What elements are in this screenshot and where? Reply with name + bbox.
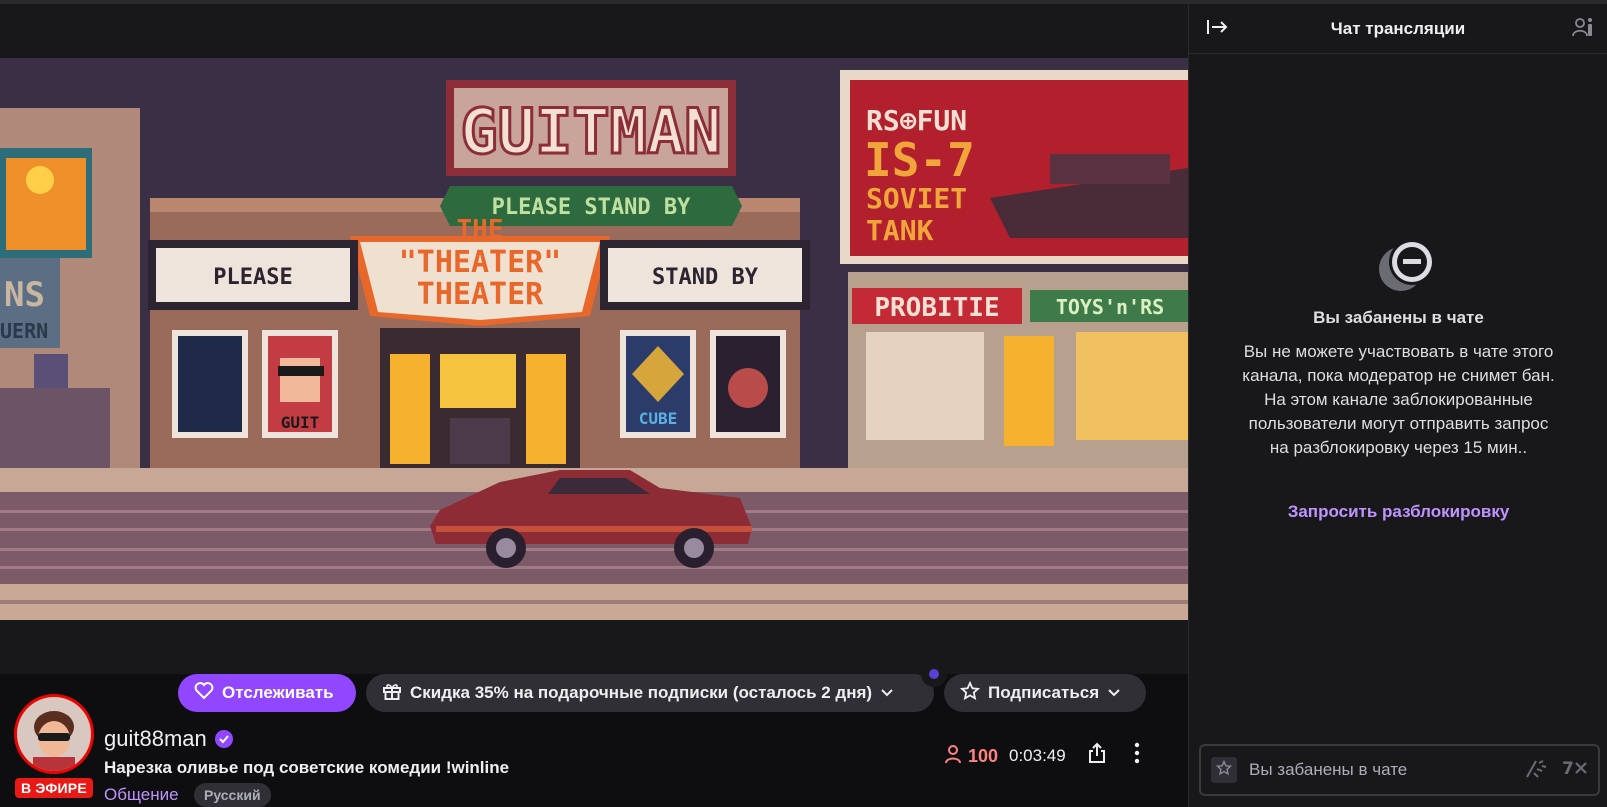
app-root: NS UERN GUITMAN PLEASE STAND BY THE "THE… xyxy=(0,0,1607,807)
chat-input-box[interactable]: 7 xyxy=(1199,744,1600,796)
ban-title: Вы забанены в чате xyxy=(1313,308,1484,327)
notification-dot xyxy=(921,661,947,687)
live-badge: В ЭФИРЕ xyxy=(15,778,93,798)
theater-top: THE xyxy=(457,215,504,245)
chevron-down-icon xyxy=(1107,683,1121,703)
request-unban-link[interactable]: Запросить разблокировку xyxy=(1189,502,1607,522)
sign-left: PLEASE xyxy=(213,265,292,290)
gift-icon xyxy=(382,681,402,706)
viewer-count: 100 xyxy=(944,744,998,769)
video-player[interactable]: NS UERN GUITMAN PLEASE STAND BY THE "THE… xyxy=(0,4,1188,674)
users-icon xyxy=(1572,16,1594,43)
heart-icon xyxy=(194,681,214,705)
poster-guit: GUIT xyxy=(281,413,320,432)
follow-label: Отслеживать xyxy=(222,683,334,702)
community-button[interactable] xyxy=(1569,16,1597,42)
sign-right: STAND BY xyxy=(652,265,759,290)
gift-subs-button[interactable]: Скидка 35% на подарочные подписки (остал… xyxy=(366,674,934,712)
collapse-chat-button[interactable] xyxy=(1203,16,1231,42)
shop-right: TOYS'n'RS xyxy=(1056,295,1164,319)
star-icon xyxy=(1215,759,1233,781)
svg-text:7: 7 xyxy=(1562,759,1574,779)
collapse-icon xyxy=(1206,18,1228,41)
subscribe-button[interactable]: Подписаться xyxy=(944,674,1146,712)
language-tag[interactable]: Русский xyxy=(194,783,271,807)
ban-icon xyxy=(1376,236,1438,303)
star-icon xyxy=(959,680,981,706)
verified-icon xyxy=(214,730,233,748)
theater-line2: THEATER xyxy=(417,277,544,312)
banner-text: PLEASE STAND BY xyxy=(492,195,691,220)
stream-uptime: 0:03:49 xyxy=(1009,746,1066,765)
svg-text:NS: NS xyxy=(4,275,45,315)
shop-left: PROBITIE xyxy=(874,293,999,323)
viewer-number: 100 xyxy=(968,746,999,766)
viewers-icon xyxy=(944,744,962,769)
channel-info-bar: В ЭФИРЕ guit88man Нарезка оливье под сов… xyxy=(0,661,1188,807)
poster-cube: CUBE xyxy=(639,409,678,428)
chevron-down-icon xyxy=(880,683,894,703)
stream-video[interactable]: NS UERN GUITMAN PLEASE STAND BY THE "THE… xyxy=(0,58,1188,620)
stream-title: Нарезка оливье под советские комедии !wi… xyxy=(104,758,510,777)
billboard-line2: IS-7 xyxy=(864,133,975,187)
billboard-line4: TANK xyxy=(866,214,934,247)
bits-icon[interactable] xyxy=(1524,757,1548,784)
ban-description: Вы не можете участвовать в чате этого ка… xyxy=(1242,342,1555,457)
gift-label: Скидка 35% на подарочные подписки (остал… xyxy=(410,683,873,702)
marquee-title: GUITMAN xyxy=(460,95,721,168)
chat-identity-button[interactable] xyxy=(1211,757,1237,783)
emote-icon[interactable]: 7 xyxy=(1562,757,1588,784)
stream-artwork: NS UERN GUITMAN PLEASE STAND BY THE "THE… xyxy=(0,58,1188,620)
billboard-line3: SOVIET xyxy=(866,182,967,215)
share-button[interactable] xyxy=(1082,738,1112,772)
follow-button[interactable]: Отслеживать xyxy=(178,674,356,712)
svg-text:UERN: UERN xyxy=(0,319,48,343)
share-icon xyxy=(1087,742,1107,769)
chat-header: Чат трансляции xyxy=(1189,4,1607,54)
channel-name-row: guit88man xyxy=(104,726,233,752)
chat-panel: Чат трансляции Вы забанены в чате Вы не … xyxy=(1188,4,1607,807)
subscribe-label: Подписаться xyxy=(988,683,1100,702)
chat-title: Чат трансляции xyxy=(1330,18,1466,38)
channel-name[interactable]: guit88man xyxy=(104,726,207,752)
avatar-image xyxy=(17,697,91,771)
avatar[interactable] xyxy=(14,694,94,774)
category-link[interactable]: Общение xyxy=(104,785,179,805)
avatar-wrap[interactable]: В ЭФИРЕ xyxy=(14,694,94,798)
more-options-button[interactable] xyxy=(1124,738,1150,772)
chat-input-icons: 7 xyxy=(1524,757,1588,784)
more-icon xyxy=(1134,742,1140,769)
chat-input[interactable] xyxy=(1249,760,1524,780)
theater-line1: "THEATER" xyxy=(399,245,562,280)
